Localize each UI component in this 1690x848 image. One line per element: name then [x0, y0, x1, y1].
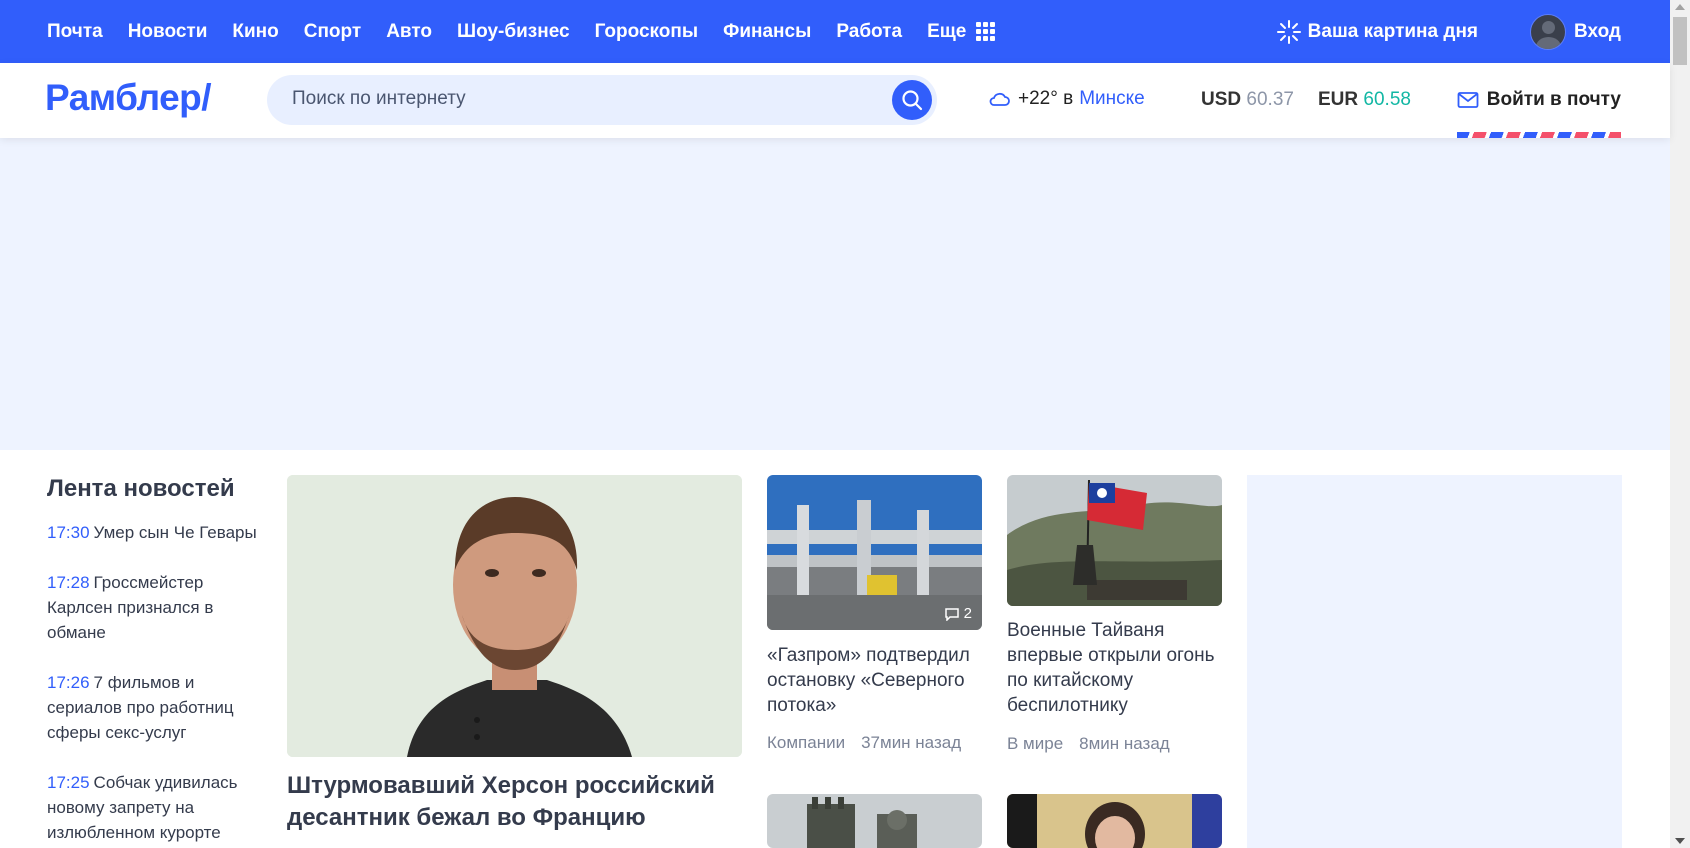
- card-taiwan-title[interactable]: Военные Тайваня впервые открыли огонь по…: [1007, 618, 1222, 718]
- feed-item[interactable]: 17:25 Собчак удивилась новому запрету на …: [47, 770, 257, 845]
- nav-link-showbiz[interactable]: Шоу-бизнес: [457, 21, 570, 43]
- nav-link-auto[interactable]: Авто: [386, 21, 432, 43]
- top-nav-links: Почта Новости Кино Спорт Авто Шоу-бизнес…: [47, 0, 996, 63]
- news-feed: Лента новостей 17:30 Умер сын Че Гевары 1…: [47, 475, 257, 848]
- top-nav-bar: Почта Новости Кино Спорт Авто Шоу-бизнес…: [0, 0, 1670, 63]
- search-icon: [902, 90, 923, 111]
- feed-item-text: Умер сын Че Гевары: [93, 523, 257, 542]
- scrollbar[interactable]: [1670, 0, 1690, 848]
- comments-count-value: 2: [963, 605, 972, 622]
- scroll-up-arrow-icon[interactable]: [1675, 4, 1685, 10]
- usd-label: USD: [1201, 89, 1242, 110]
- nav-more-label: Еще: [927, 20, 967, 42]
- usd-value: 60.37: [1246, 89, 1294, 110]
- card-category[interactable]: Компании: [767, 733, 845, 752]
- ad-sidebar: [1247, 475, 1622, 848]
- mail-login-link[interactable]: Войти в почту: [1457, 89, 1621, 111]
- eur-value: 60.58: [1363, 89, 1411, 110]
- search-input[interactable]: Поиск по интернету: [292, 88, 466, 110]
- login-button[interactable]: Вход: [1530, 13, 1621, 50]
- card-taiwan-image[interactable]: [1007, 475, 1222, 606]
- ad-banner: [0, 138, 1670, 450]
- nav-more-button[interactable]: Еще: [927, 20, 996, 43]
- feed-item-time: 17:25: [47, 773, 90, 792]
- header: Рамблер/ Поиск по интернету +22° в Минске…: [0, 63, 1670, 138]
- comment-icon: [944, 607, 959, 621]
- nav-link-sport[interactable]: Спорт: [304, 21, 361, 43]
- weather-preposition: в: [1063, 88, 1074, 109]
- nav-link-kino[interactable]: Кино: [232, 21, 278, 43]
- feed-item-time: 17:26: [47, 673, 90, 692]
- card-time: 37мин назад: [861, 733, 962, 752]
- grid-icon: [976, 22, 996, 41]
- main-article-photo: [287, 475, 742, 757]
- currency-eur[interactable]: EUR 60.58: [1318, 89, 1411, 111]
- sparkle-icon: [1276, 19, 1301, 44]
- feed-item[interactable]: 17:26 7 фильмов и сериалов про работниц с…: [47, 670, 257, 745]
- card-time: 8мин назад: [1079, 734, 1170, 753]
- search-button[interactable]: [892, 80, 932, 120]
- card-politician-image[interactable]: [1007, 794, 1222, 848]
- weather-temp: +22°: [1018, 88, 1058, 109]
- picture-of-day-label: Ваша картина дня: [1307, 20, 1479, 42]
- login-label: Вход: [1574, 20, 1621, 42]
- card-weapon-photo: [767, 794, 982, 848]
- scrollbar-thumb[interactable]: [1673, 17, 1687, 65]
- weather-widget[interactable]: +22° в Минске: [988, 88, 1145, 110]
- nav-link-news[interactable]: Новости: [128, 21, 208, 43]
- top-nav-right: Ваша картина дня Вход: [1276, 0, 1621, 63]
- comments-count[interactable]: 2: [944, 605, 972, 622]
- main-article-title[interactable]: Штурмовавший Херсон российский десантник…: [287, 770, 742, 834]
- envelope-icon: [1457, 92, 1479, 108]
- main-article-image[interactable]: [287, 475, 742, 757]
- card-politician-photo: [1007, 794, 1222, 848]
- currency-usd[interactable]: USD 60.37: [1201, 89, 1294, 111]
- feed-item[interactable]: 17:28 Гроссмейстер Карлсен признался в об…: [47, 570, 257, 645]
- card-category[interactable]: В мире: [1007, 734, 1063, 753]
- eur-label: EUR: [1318, 89, 1359, 110]
- feed-item[interactable]: 17:30 Умер сын Че Гевары: [47, 520, 257, 545]
- nav-link-work[interactable]: Работа: [836, 21, 902, 43]
- nav-link-horoscopes[interactable]: Гороскопы: [595, 21, 699, 43]
- cloud-icon: [989, 92, 1010, 106]
- scroll-down-arrow-icon[interactable]: [1675, 838, 1685, 844]
- feed-item-time: 17:28: [47, 573, 90, 592]
- nav-link-finance[interactable]: Финансы: [723, 21, 811, 43]
- rambler-logo[interactable]: Рамблер/: [45, 77, 212, 119]
- feed-item-time: 17:30: [47, 523, 90, 542]
- card-taiwan-meta: В мире 8мин назад: [1007, 734, 1170, 754]
- card-weapon-image[interactable]: [767, 794, 982, 848]
- search-box[interactable]: Поиск по интернету: [267, 75, 937, 125]
- card-gazprom-image[interactable]: 2: [767, 475, 982, 630]
- mail-login-label: Войти в почту: [1486, 89, 1621, 110]
- picture-of-day-link[interactable]: Ваша картина дня: [1276, 19, 1478, 45]
- airmail-stripe: [1457, 132, 1621, 138]
- news-feed-title: Лента новостей: [47, 475, 235, 502]
- weather-city[interactable]: Минске: [1079, 88, 1145, 110]
- card-gazprom-title[interactable]: «Газпром» подтвердил остановку «Северног…: [767, 643, 982, 718]
- card-taiwan-photo: [1007, 475, 1222, 606]
- nav-link-mail[interactable]: Почта: [47, 21, 103, 43]
- card-gazprom-meta: Компании 37мин назад: [767, 733, 961, 753]
- avatar: [1530, 13, 1567, 50]
